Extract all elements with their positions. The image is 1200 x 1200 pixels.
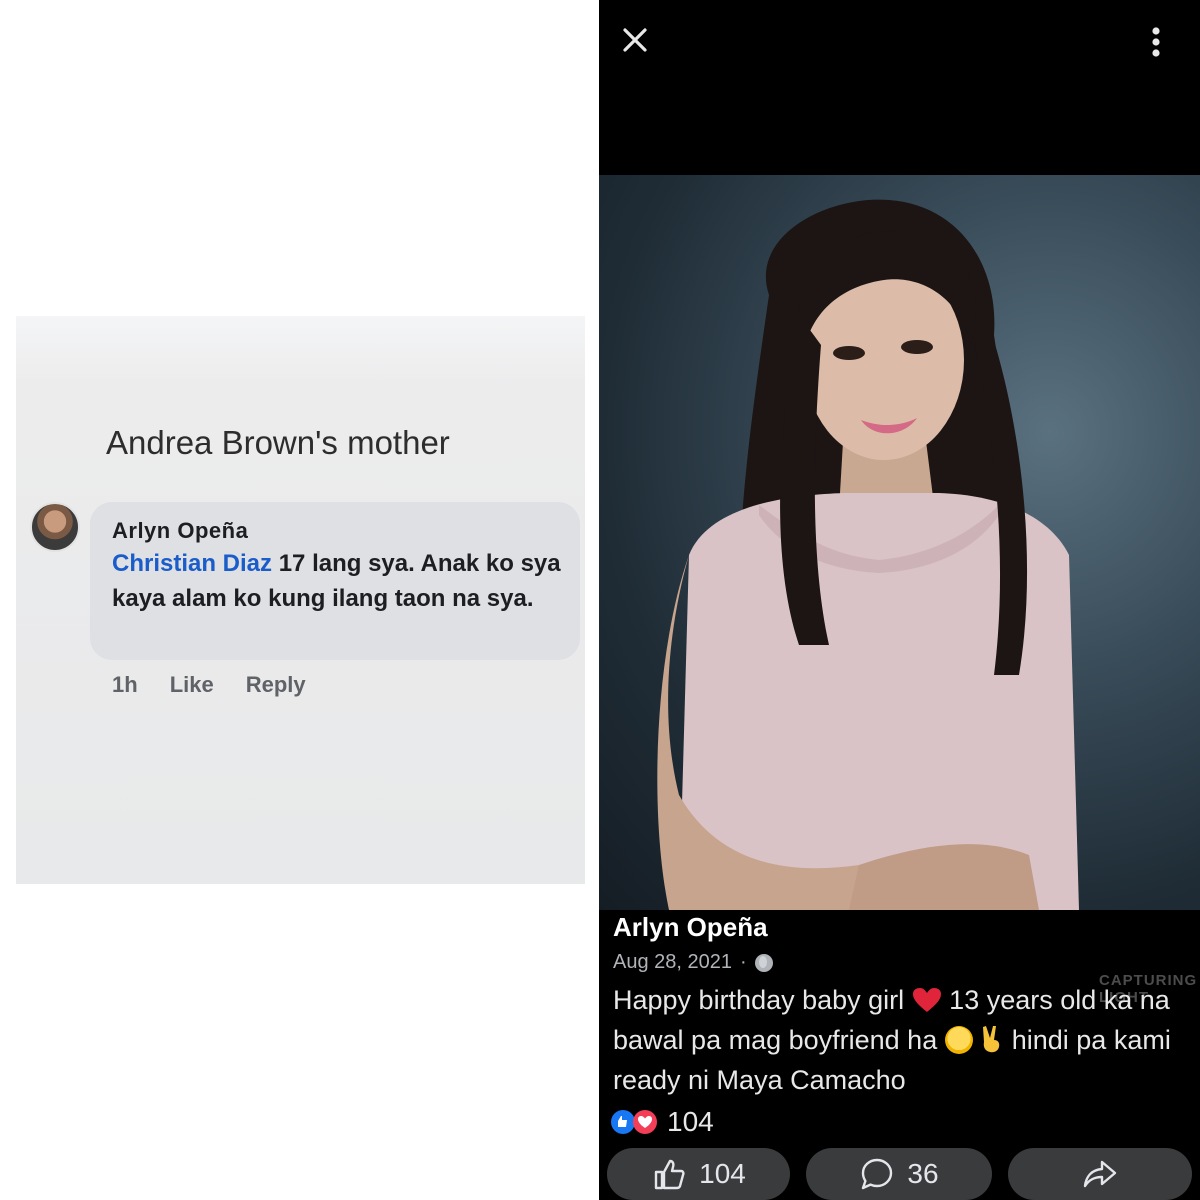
laughing-emoji-icon — [944, 1026, 973, 1054]
comment-screenshot: Andrea Brown's mother Arlyn Opeña Christ… — [16, 316, 585, 884]
comment-like-button[interactable]: Like — [170, 672, 214, 698]
reaction-count: 104 — [667, 1106, 714, 1137]
commenter-avatar[interactable] — [30, 502, 80, 552]
post-meta: Aug 28, 2021 · — [613, 951, 1193, 974]
globe-icon — [754, 953, 773, 972]
comment-body: Christian Diaz 17 lang sya. Anak ko sya … — [112, 546, 567, 616]
comment-author[interactable]: Arlyn Opeña — [112, 518, 248, 544]
like-button[interactable]: 104 — [607, 1148, 790, 1200]
post-info: Arlyn Opeña Aug 28, 2021 · Happy birthda… — [613, 912, 1193, 1100]
comment-bubble-icon — [862, 1158, 893, 1190]
post-author[interactable]: Arlyn Opeña — [613, 912, 1193, 943]
post-text-part1: Happy birthday baby girl — [613, 985, 912, 1015]
reaction-summary[interactable]: 104 — [611, 1106, 714, 1138]
caption-text: Andrea Brown's mother — [106, 424, 450, 461]
comment-bubble: Arlyn Opeña Christian Diaz 17 lang sya. … — [90, 502, 580, 660]
like-reaction-icon — [611, 1110, 635, 1134]
photo-viewer: CAPTURING LIGHT Arlyn Opeña Aug 28, 2021… — [599, 0, 1200, 1200]
heart-emoji-icon — [912, 988, 941, 1012]
meta-separator: · — [740, 951, 747, 973]
share-button[interactable] — [1008, 1148, 1192, 1200]
portrait-illustration — [657, 199, 1079, 910]
comment-actions: 1h Like Reply — [112, 672, 306, 698]
post-photo[interactable] — [599, 175, 1200, 910]
close-icon[interactable] — [617, 22, 653, 58]
love-reaction-icon — [633, 1110, 657, 1134]
comment-reply-button[interactable]: Reply — [246, 672, 306, 698]
like-count: 104 — [699, 1158, 746, 1189]
thumbs-up-icon — [654, 1159, 685, 1190]
more-vertical-icon[interactable] — [1145, 22, 1167, 62]
comment-button[interactable]: 36 — [806, 1148, 992, 1200]
comment-count: 36 — [907, 1158, 939, 1189]
post-date[interactable]: Aug 28, 2021 — [613, 951, 732, 974]
mention-link[interactable]: Christian Diaz — [112, 550, 272, 577]
peace-hand-emoji-icon — [983, 1026, 1000, 1053]
post-text: Happy birthday baby girl 13 years old ka… — [613, 980, 1193, 1100]
action-bar: 104 36 — [599, 1148, 1200, 1200]
comment-time: 1h — [112, 672, 138, 697]
share-arrow-icon — [1083, 1160, 1117, 1188]
